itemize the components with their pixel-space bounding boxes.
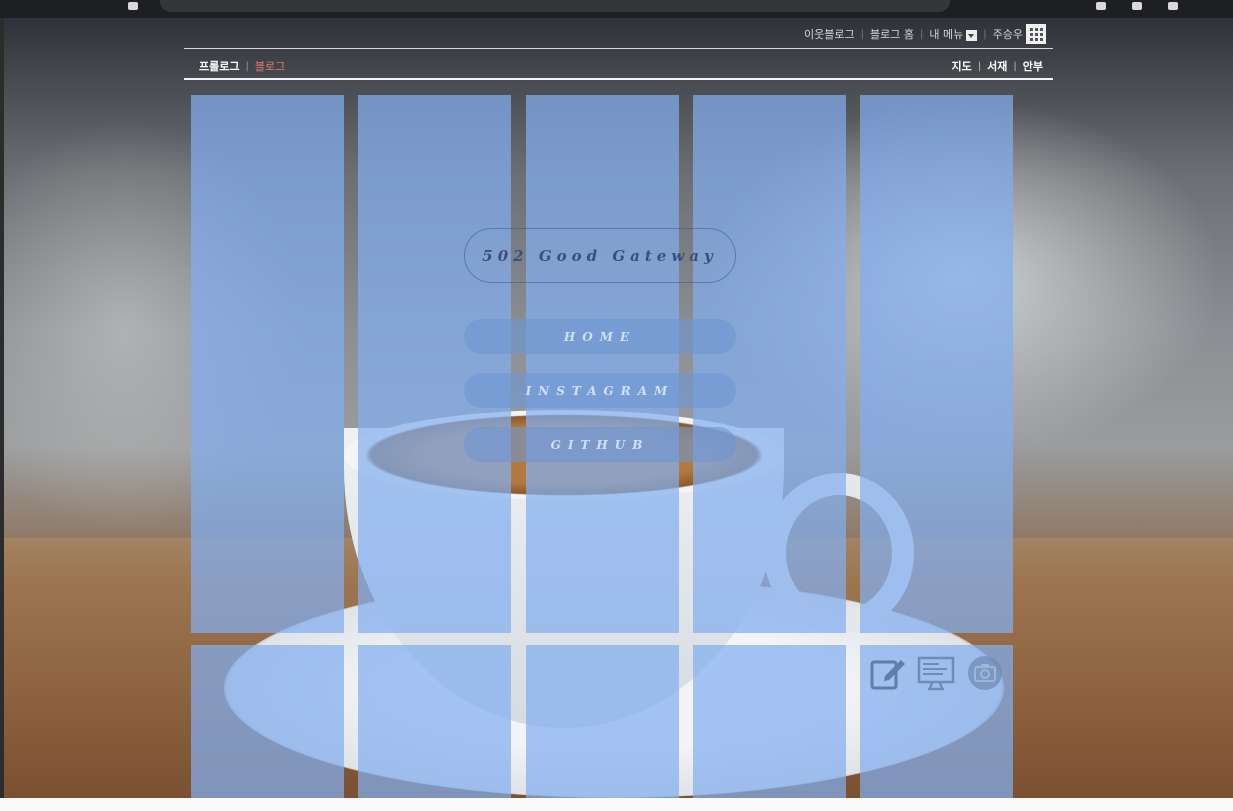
my-menu-dropdown[interactable]: 내 메뉴 [923, 26, 983, 42]
neighbor-blog-link[interactable]: 이웃블로그 [798, 26, 861, 42]
my-menu-label: 내 메뉴 [929, 28, 964, 41]
blog-side-tabs: 지도 | 서재 | 안부 [952, 58, 1044, 74]
menu-instagram-button[interactable]: INSTAGRAM [464, 373, 736, 408]
admin-screen-icon[interactable] [917, 654, 955, 692]
camera-icon[interactable] [966, 654, 1004, 692]
extension-icon[interactable] [128, 2, 138, 10]
tab-guestbook[interactable]: 안부 [1023, 58, 1043, 74]
profile-icon[interactable] [1168, 2, 1178, 10]
tab-map[interactable]: 지도 [952, 58, 972, 74]
skin-column [526, 95, 679, 633]
skin-column [526, 645, 679, 798]
blog-tabs: 프롤로그 | 블로그 [199, 58, 285, 74]
chevron-down-icon [966, 29, 978, 41]
blog-title[interactable]: 502 Good Gateway [464, 228, 736, 283]
skin-columns-upper [191, 95, 1013, 633]
address-bar[interactable] [160, 0, 950, 12]
toolbar-icon[interactable] [1132, 2, 1142, 10]
page-bottom [0, 798, 1233, 811]
toolbar-icon[interactable] [1096, 2, 1106, 10]
skin-column [358, 645, 511, 798]
skin-column [693, 95, 846, 633]
browser-toolbar [0, 0, 1233, 19]
divider [184, 48, 1053, 49]
separator: | [977, 60, 982, 72]
write-icon[interactable] [868, 654, 906, 692]
apps-grid-icon[interactable] [1026, 24, 1046, 44]
tab-prologue[interactable]: 프롤로그 [199, 58, 239, 74]
skin-column [693, 645, 846, 798]
separator: | [245, 60, 249, 72]
menu-github-button[interactable]: GITHUB [464, 427, 736, 462]
blog-home-link[interactable]: 블로그 홈 [864, 26, 920, 42]
separator: | [1013, 60, 1017, 72]
tab-library[interactable]: 서재 [987, 58, 1007, 74]
menu-home-button[interactable]: HOME [464, 319, 736, 354]
tab-blog[interactable]: 블로그 [255, 58, 285, 74]
skin-column [358, 95, 511, 633]
blog-top-menu: 이웃블로그 | 블로그 홈 | 내 메뉴 | 주승우 [798, 24, 1043, 44]
skin-column [860, 95, 1013, 633]
skin-column [191, 95, 344, 633]
user-name: 주승우 [992, 28, 1023, 41]
divider [184, 78, 1053, 80]
skin-column [191, 645, 344, 798]
